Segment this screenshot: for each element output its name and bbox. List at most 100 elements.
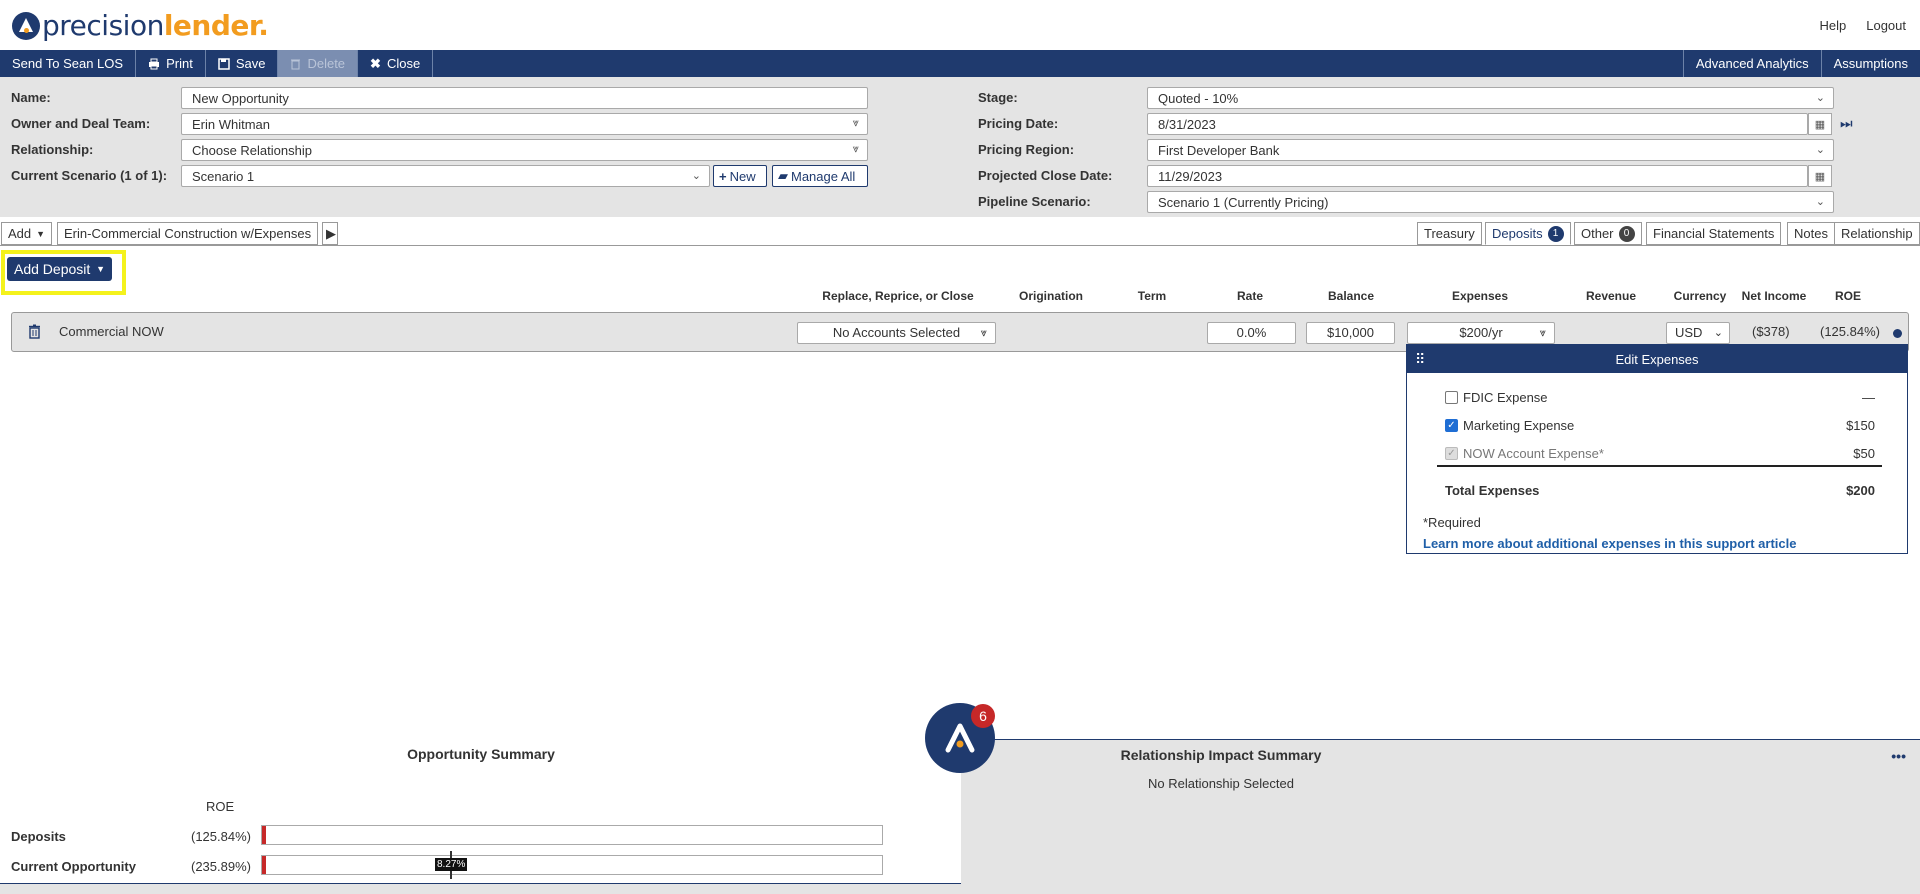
double-chevron-down-icon: ⩔	[852, 143, 859, 155]
bottom-strip	[0, 884, 1920, 894]
balance-input[interactable]: $10,000	[1306, 322, 1395, 344]
more-options-icon[interactable]: •••	[1891, 748, 1906, 764]
total-divider	[1437, 465, 1882, 467]
pricing-date-field[interactable]: 8/31/2023	[1147, 113, 1808, 135]
col-balance: Balance	[1327, 289, 1375, 303]
scenario-select[interactable]: Scenario 1 ⌄	[181, 165, 710, 187]
tab-notes[interactable]: Notes	[1787, 222, 1835, 245]
skip-forward-icon[interactable]: ⏭	[1840, 115, 1853, 132]
tab-treasury[interactable]: Treasury	[1417, 222, 1482, 245]
relationship-summary-title: Relationship Impact Summary	[1120, 747, 1322, 763]
manage-all-button[interactable]: ▰ Manage All	[772, 165, 868, 187]
caret-right-icon[interactable]: ▶	[322, 222, 338, 245]
rate-input[interactable]: 0.0%	[1207, 322, 1296, 344]
top-header: precisionlender. Help Logout	[0, 0, 1920, 50]
tab-deposits[interactable]: Deposits 1	[1485, 222, 1571, 245]
chevron-down-icon: ⌄	[691, 170, 701, 182]
close-icon: ✖	[370, 55, 381, 71]
close-date-field[interactable]: 11/29/2023	[1147, 165, 1808, 187]
summary-row-value: (125.84%)	[191, 829, 251, 844]
chevron-down-icon: ⌄	[1815, 196, 1825, 208]
precisionlender-logo[interactable]: precisionlender.	[12, 9, 269, 42]
expenses-select[interactable]: $200/yr ⩔	[1407, 322, 1555, 344]
required-note: *Required	[1423, 515, 1481, 530]
relationship-impact-panel: Relationship Impact Summary No Relations…	[961, 739, 1920, 894]
col-roe: ROE	[1834, 289, 1861, 303]
col-currency: Currency	[1673, 289, 1727, 303]
notification-badge: 6	[971, 704, 995, 728]
deposits-count-badge: 1	[1547, 225, 1564, 242]
checkbox-checked[interactable]: ✓	[1445, 419, 1458, 432]
checkbox-disabled: ✓	[1445, 447, 1458, 460]
expense-item-fdic[interactable]: FDIC Expense —	[1445, 390, 1875, 405]
add-deposit-button[interactable]: Add Deposit ▼	[7, 257, 112, 281]
plus-icon: +	[719, 168, 727, 184]
drag-handle-icon[interactable]: ⠿	[1415, 351, 1425, 368]
close-date-label: Projected Close Date:	[978, 168, 1113, 183]
delete-button[interactable]: Delete	[278, 50, 359, 77]
pricing-region-select[interactable]: First Developer Bank ⌄	[1147, 139, 1834, 161]
col-replace: Replace, Reprice, or Close	[822, 289, 974, 303]
expense-item-marketing[interactable]: ✓ Marketing Expense $150	[1445, 418, 1875, 433]
relationship-label: Relationship:	[11, 142, 94, 157]
name-field[interactable]: New Opportunity	[181, 87, 868, 109]
caret-down-icon: ▼	[96, 264, 105, 274]
chevron-down-icon: ⌄	[1815, 92, 1825, 104]
col-origination: Origination	[1019, 289, 1083, 303]
col-expenses: Expenses	[1451, 289, 1509, 303]
opportunity-summary-title: Opportunity Summary	[407, 746, 555, 762]
print-button[interactable]: Print	[136, 50, 206, 77]
bar-fill	[262, 856, 266, 874]
name-label: Name:	[11, 90, 51, 105]
new-scenario-button[interactable]: + New	[713, 165, 767, 187]
col-rate: Rate	[1236, 289, 1263, 303]
edit-expenses-popup: ⠿ Edit Expenses FDIC Expense — ✓ Marketi…	[1406, 344, 1908, 554]
close-button[interactable]: ✖ Close	[358, 50, 434, 77]
expense-item-now-account: ✓ NOW Account Expense* $50	[1445, 446, 1875, 461]
tab-relationship[interactable]: Relationship	[1834, 222, 1920, 245]
summary-row-label: Current Opportunity	[11, 859, 136, 874]
pricing-date-label: Pricing Date:	[978, 116, 1059, 131]
floppy-disk-icon	[218, 57, 230, 70]
advanced-analytics-button[interactable]: Advanced Analytics	[1682, 50, 1821, 77]
tab-other[interactable]: Other 0	[1574, 222, 1642, 245]
tabs-divider	[0, 245, 1920, 246]
logo-icon	[12, 11, 40, 40]
roe-header: ROE	[206, 799, 235, 814]
replace-accounts-select[interactable]: No Accounts Selected ⩔	[797, 322, 996, 344]
deposit-name[interactable]: Commercial NOW	[59, 324, 164, 339]
support-article-link[interactable]: Learn more about additional expenses in …	[1423, 536, 1796, 551]
col-revenue: Revenue	[1585, 289, 1637, 303]
folder-icon: ▰	[778, 168, 788, 183]
roe-bar-deposits	[261, 825, 883, 845]
stage-label: Stage:	[978, 90, 1018, 105]
calendar-icon[interactable]: ▦	[1808, 113, 1832, 135]
save-button[interactable]: Save	[206, 50, 279, 77]
trash-icon[interactable]	[28, 324, 41, 339]
checkbox[interactable]	[1445, 391, 1458, 404]
double-chevron-down-icon: ⩔	[852, 117, 859, 129]
send-to-los-button[interactable]: Send To Sean LOS	[0, 50, 137, 77]
roe-bar-current-opportunity: 8.27%	[261, 851, 883, 879]
assumptions-button[interactable]: Assumptions	[1820, 50, 1920, 77]
calendar-icon[interactable]: ▦	[1808, 165, 1832, 187]
stage-select[interactable]: Quoted - 10% ⌄	[1147, 87, 1834, 109]
logout-link[interactable]: Logout	[1866, 18, 1906, 33]
relationship-select[interactable]: Choose Relationship ⩔	[181, 139, 868, 161]
opportunity-form: Name: New Opportunity Owner and Deal Tea…	[0, 77, 1920, 217]
caret-down-icon: ▼	[36, 228, 46, 239]
scenario-tab[interactable]: Erin-Commercial Construction w/Expenses	[57, 222, 319, 245]
add-product-dropdown[interactable]: Add ▼	[1, 222, 53, 245]
status-dot	[1893, 329, 1902, 338]
relationship-summary-subtitle: No Relationship Selected	[1148, 776, 1294, 791]
pipeline-select[interactable]: Scenario 1 (Currently Pricing) ⌄	[1147, 191, 1834, 213]
scenario-label: Current Scenario (1 of 1):	[11, 168, 168, 183]
owner-label: Owner and Deal Team:	[11, 116, 151, 131]
owner-select[interactable]: Erin Whitman ⩔	[181, 113, 868, 135]
currency-select[interactable]: USD ⌄	[1666, 322, 1730, 344]
tab-financial-statements[interactable]: Financial Statements	[1646, 222, 1782, 245]
pricing-region-label: Pricing Region:	[978, 142, 1075, 157]
help-link[interactable]: Help	[1819, 18, 1846, 33]
popup-header[interactable]: ⠿ Edit Expenses	[1407, 345, 1907, 373]
other-count-badge: 0	[1618, 225, 1635, 242]
